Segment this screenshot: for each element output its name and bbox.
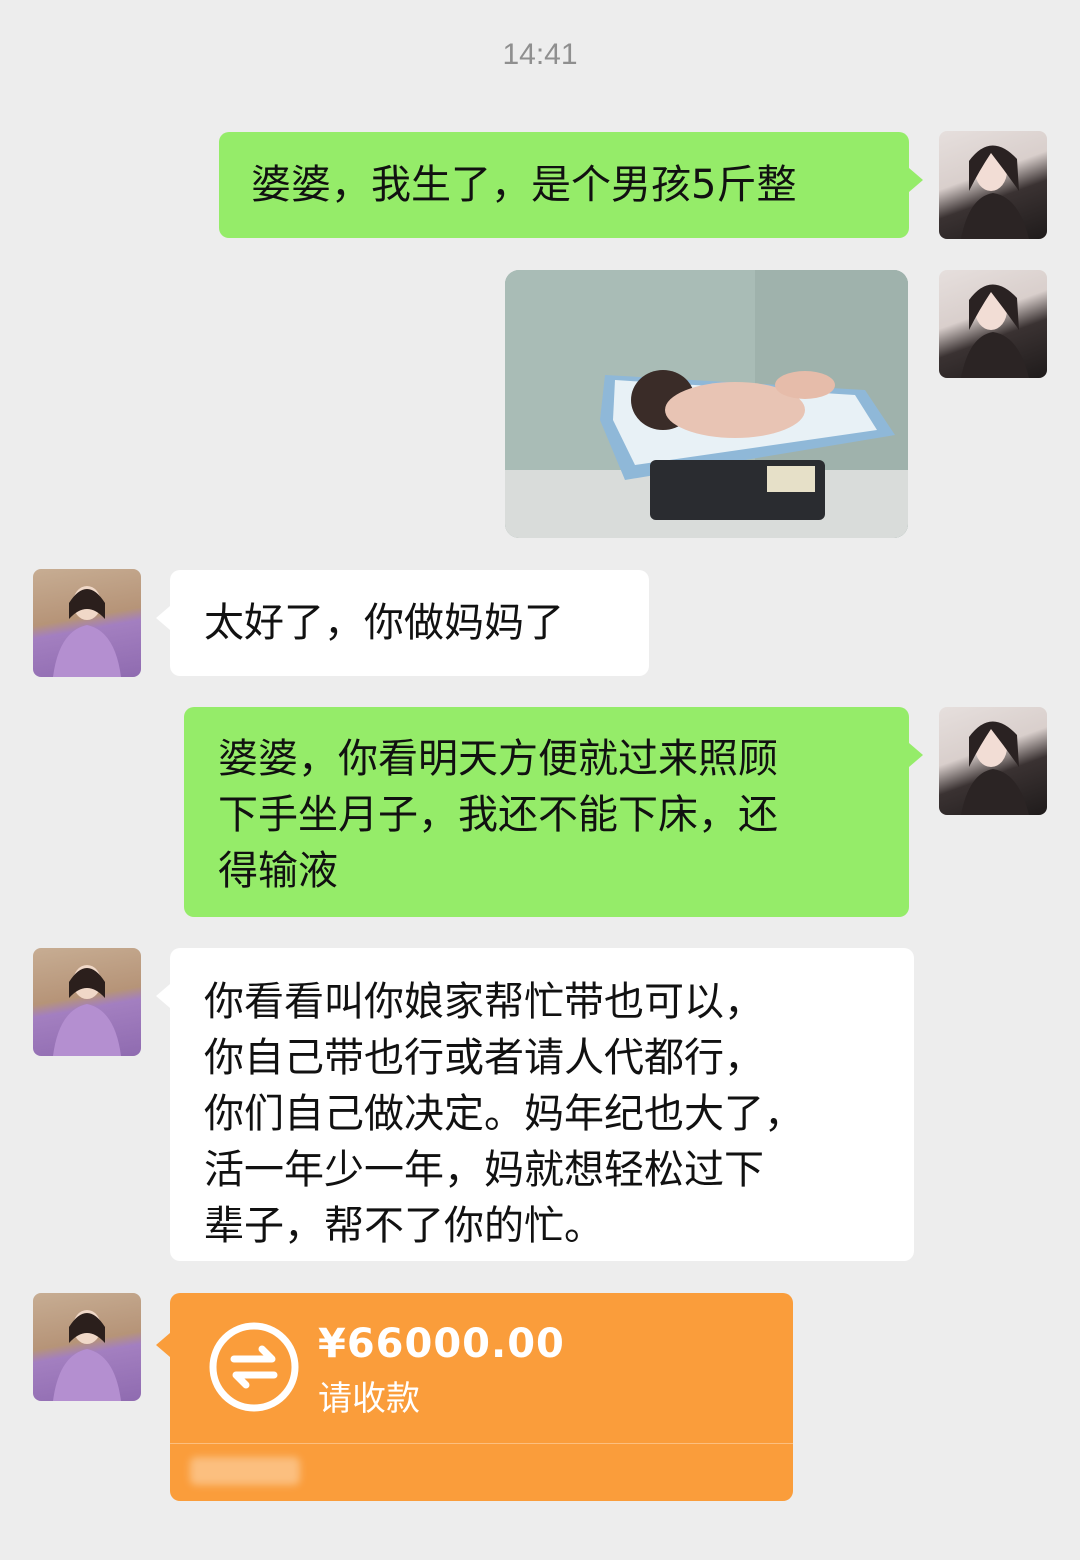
message-text: 婆婆，你看明天方便就过来照顾 下手坐月子，我还不能下床，还 得输液 (218, 736, 778, 894)
money-transfer-card[interactable]: ¥66000.00 请收款 (156, 1293, 793, 1501)
transfer-amount: ¥66000.00 (318, 1321, 565, 1367)
transfer-footer-blurred (190, 1457, 300, 1485)
mother-in-law-avatar[interactable] (33, 948, 141, 1056)
my-message-bubble[interactable]: 婆婆，你看明天方便就过来照顾 下手坐月子，我还不能下床，还 得输液 (184, 707, 923, 917)
transfer-divider (170, 1443, 793, 1444)
message-text: 太好了，你做妈妈了 (204, 600, 564, 646)
message-text: 你看看叫你娘家帮忙带也可以， 你自己带也行或者请人代都行， 你们自己做决定。妈年… (204, 979, 804, 1249)
mother-in-law-message-bubble[interactable]: 太好了，你做妈妈了 (156, 570, 649, 676)
newborn-photo[interactable] (505, 270, 908, 538)
my-message-bubble[interactable]: 婆婆，我生了，是个男孩5斤整 (219, 132, 923, 238)
my-avatar[interactable] (939, 131, 1047, 239)
message-text: 婆婆，我生了，是个男孩5斤整 (251, 162, 797, 208)
transfer-status: 请收款 (318, 1379, 420, 1419)
my-avatar[interactable] (939, 270, 1047, 378)
photo-newborn-on-scale-icon (505, 270, 908, 538)
mother-in-law-avatar[interactable] (33, 1293, 141, 1401)
chat-timestamp: 14:41 (502, 38, 578, 71)
mother-in-law-avatar[interactable] (33, 569, 141, 677)
my-avatar[interactable] (939, 707, 1047, 815)
mother-in-law-message-bubble[interactable]: 你看看叫你娘家帮忙带也可以， 你自己带也行或者请人代都行， 你们自己做决定。妈年… (156, 948, 914, 1261)
transfer-arrows-icon (209, 1322, 299, 1412)
